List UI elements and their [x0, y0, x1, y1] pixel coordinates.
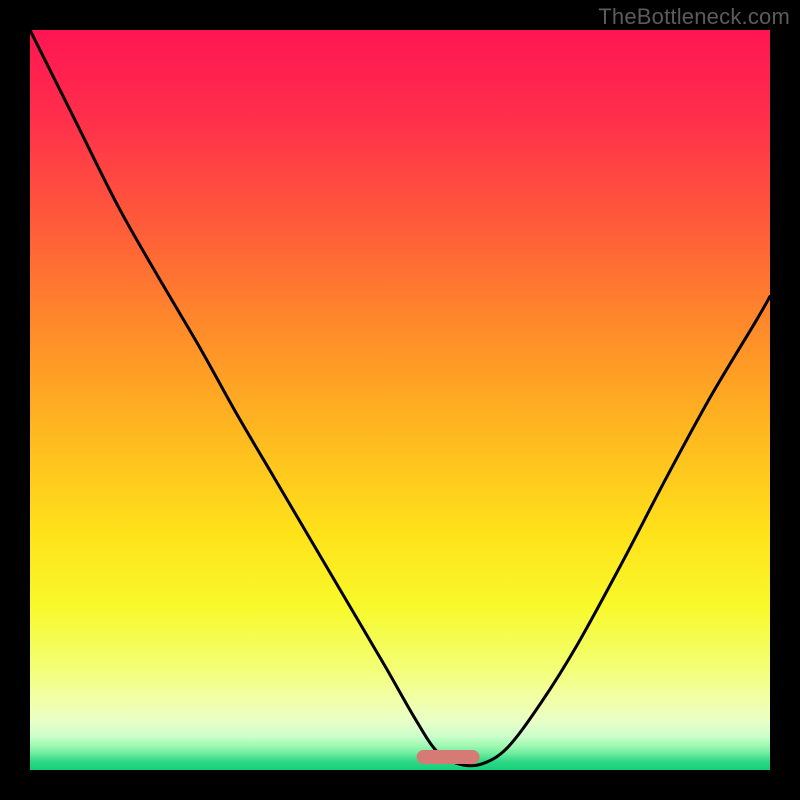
plot-area	[30, 30, 770, 770]
optimal-marker	[30, 30, 770, 770]
watermark-text: TheBottleneck.com	[598, 4, 790, 30]
chart-frame: TheBottleneck.com	[0, 0, 800, 800]
